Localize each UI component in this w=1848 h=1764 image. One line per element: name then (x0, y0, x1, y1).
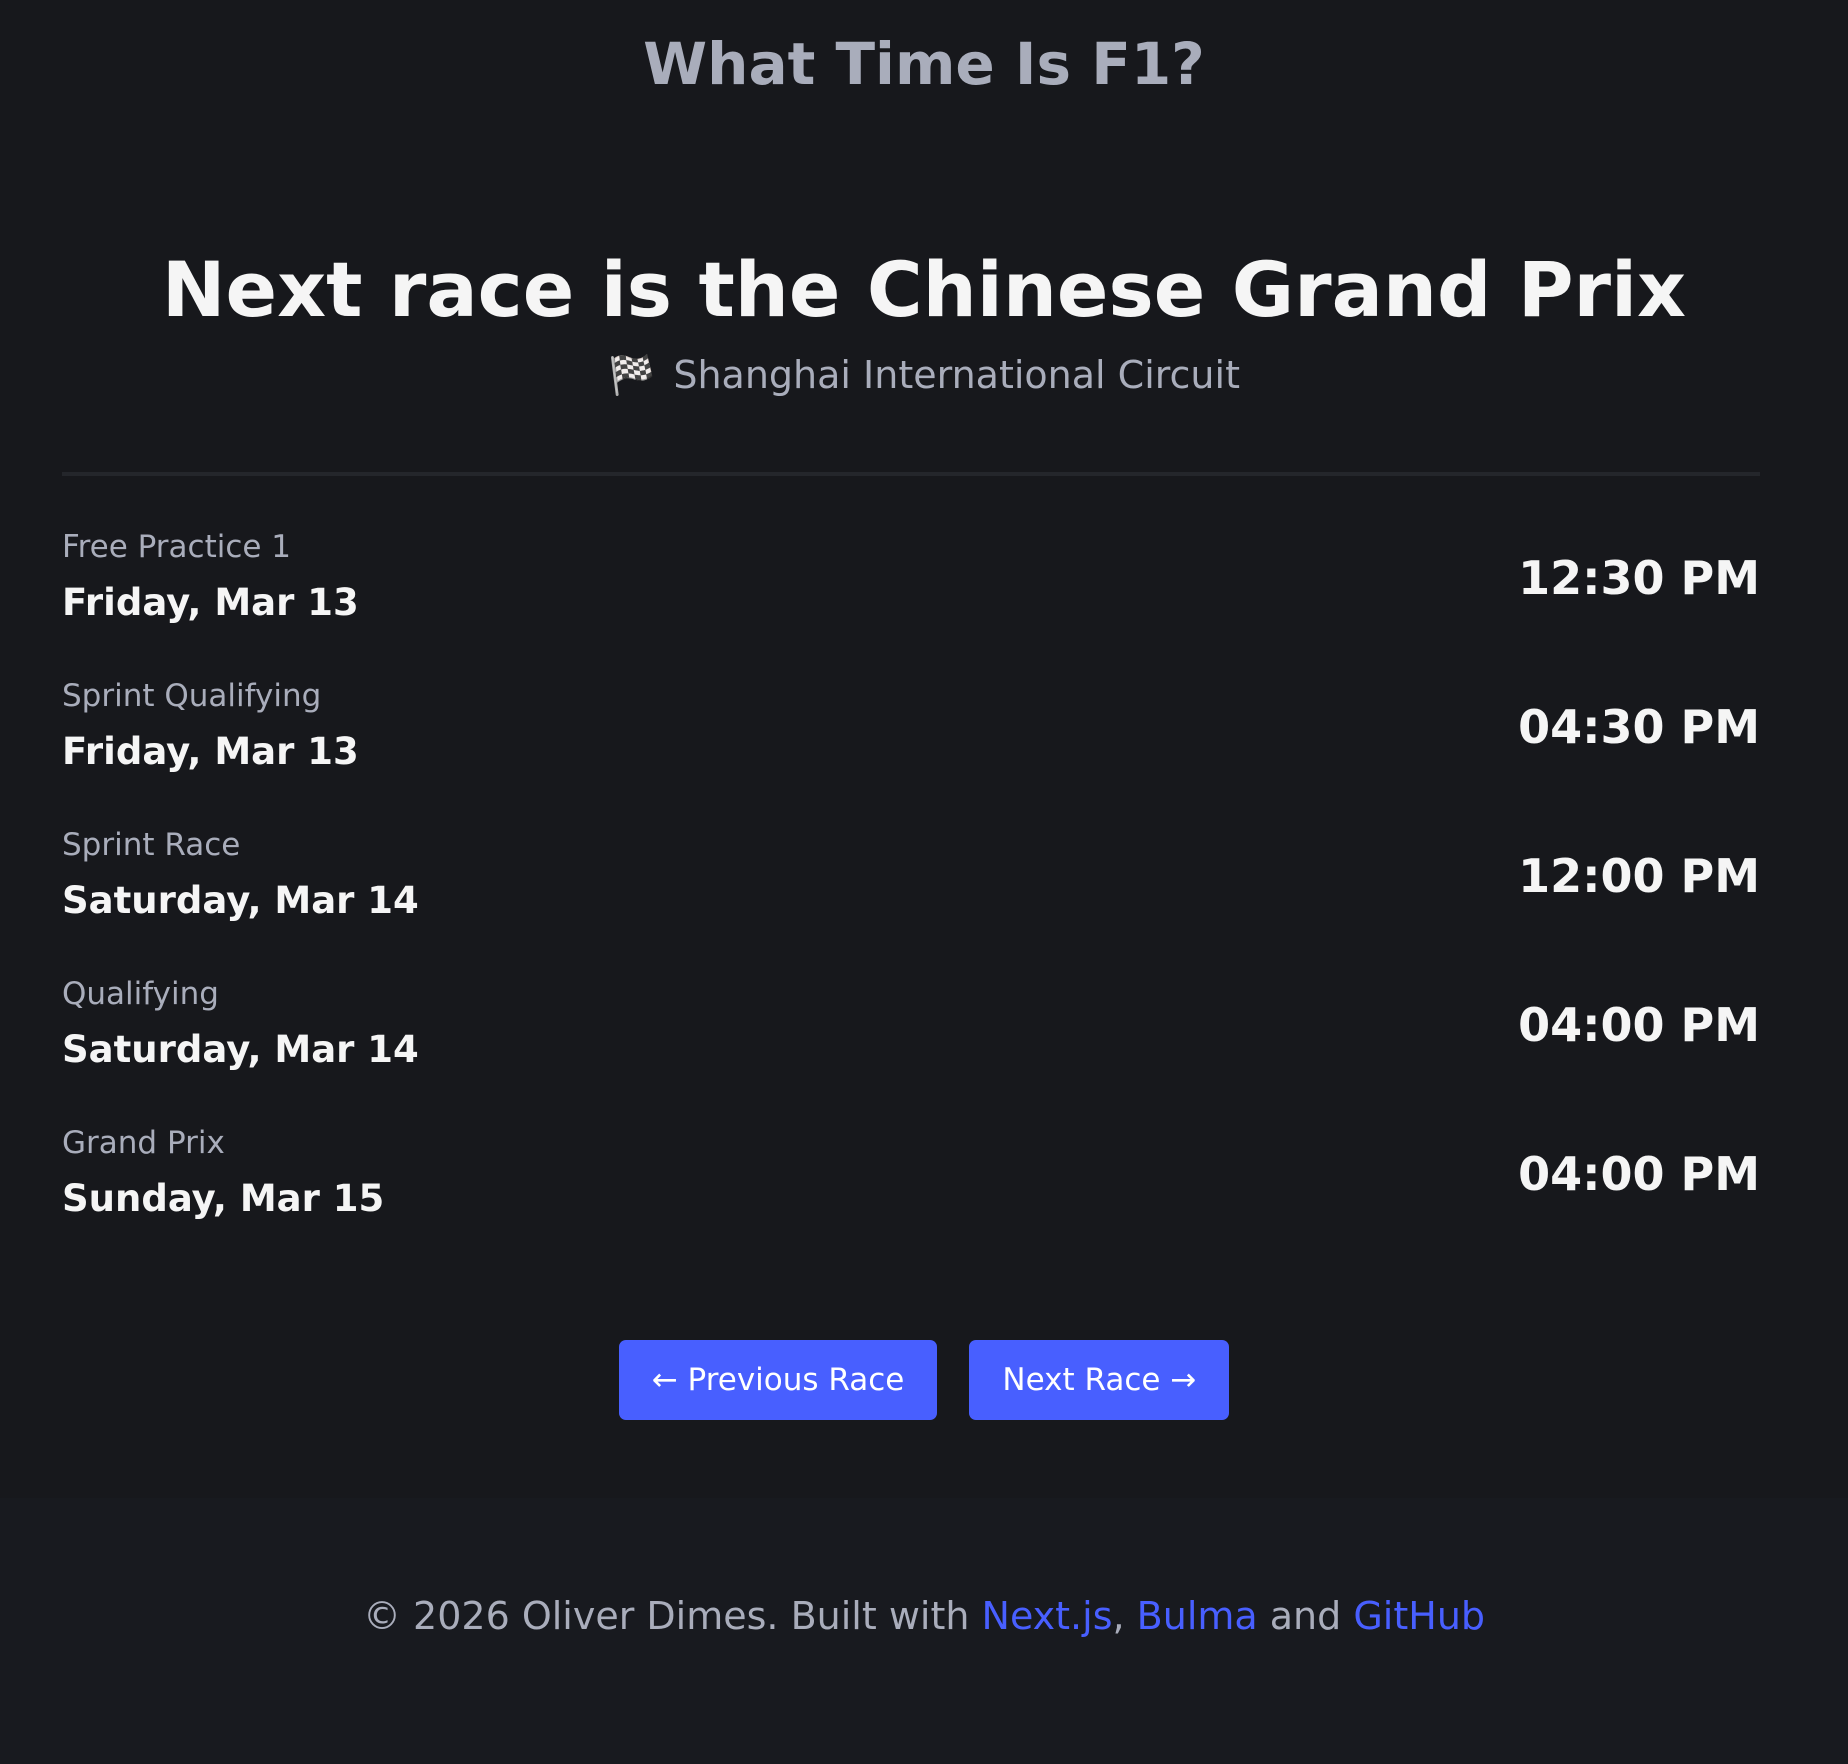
bulma-link[interactable]: Bulma (1137, 1594, 1258, 1638)
session-name: Free Practice 1 (62, 529, 292, 565)
session-row: Sprint Qualifying Friday, Mar 13 04:30 P… (62, 673, 1760, 822)
session-name: Sprint Race (62, 827, 241, 863)
footer: © 2026 Oliver Dimes. Built with Next.js,… (0, 1498, 1848, 1764)
session-date: Friday, Mar 13 (62, 581, 359, 624)
session-date: Sunday, Mar 15 (62, 1177, 385, 1220)
circuit-name: Shanghai International Circuit (673, 353, 1240, 397)
next-race-button[interactable]: Next Race → (969, 1340, 1230, 1420)
session-row: Grand Prix Sunday, Mar 15 04:00 PM (62, 1120, 1760, 1269)
session-time: 04:00 PM (1518, 998, 1760, 1052)
github-link[interactable]: GitHub (1353, 1594, 1485, 1638)
previous-race-button[interactable]: ← Previous Race (618, 1340, 938, 1420)
session-row: Qualifying Saturday, Mar 14 04:00 PM (62, 971, 1760, 1120)
session-date: Saturday, Mar 14 (62, 1028, 419, 1071)
footer-separator: and (1257, 1594, 1354, 1638)
footer-separator: , (1112, 1594, 1137, 1638)
session-name: Sprint Qualifying (62, 678, 322, 714)
site-title[interactable]: What Time Is F1? (0, 24, 1848, 104)
session-time: 12:30 PM (1518, 551, 1760, 605)
session-schedule: Free Practice 1 Friday, Mar 13 12:30 PM … (62, 524, 1760, 1269)
session-row: Free Practice 1 Friday, Mar 13 12:30 PM (62, 524, 1760, 673)
session-time: 04:30 PM (1518, 700, 1760, 754)
session-name: Grand Prix (62, 1125, 225, 1161)
race-navigation: ← Previous Race Next Race → (0, 1340, 1848, 1420)
nextjs-link[interactable]: Next.js (982, 1594, 1113, 1638)
race-heading: Next race is the Chinese Grand Prix (161, 245, 1687, 334)
divider (62, 472, 1760, 476)
footer-credits: © 2026 Oliver Dimes. Built with Next.js,… (0, 1590, 1848, 1642)
session-time: 12:00 PM (1518, 849, 1760, 903)
circuit-line: 🏁 Shanghai International Circuit (0, 348, 1848, 402)
session-name: Qualifying (62, 976, 219, 1012)
session-row: Sprint Race Saturday, Mar 14 12:00 PM (62, 822, 1760, 971)
session-date: Saturday, Mar 14 (62, 879, 419, 922)
footer-copyright: © 2026 Oliver Dimes. Built with (362, 1594, 982, 1638)
race-hero: Next race is the Chinese Grand Prix 🏁 Sha… (0, 236, 1848, 402)
session-date: Friday, Mar 13 (62, 730, 359, 773)
checkered-flag-icon: 🏁 (608, 353, 656, 397)
session-time: 04:00 PM (1518, 1147, 1760, 1201)
